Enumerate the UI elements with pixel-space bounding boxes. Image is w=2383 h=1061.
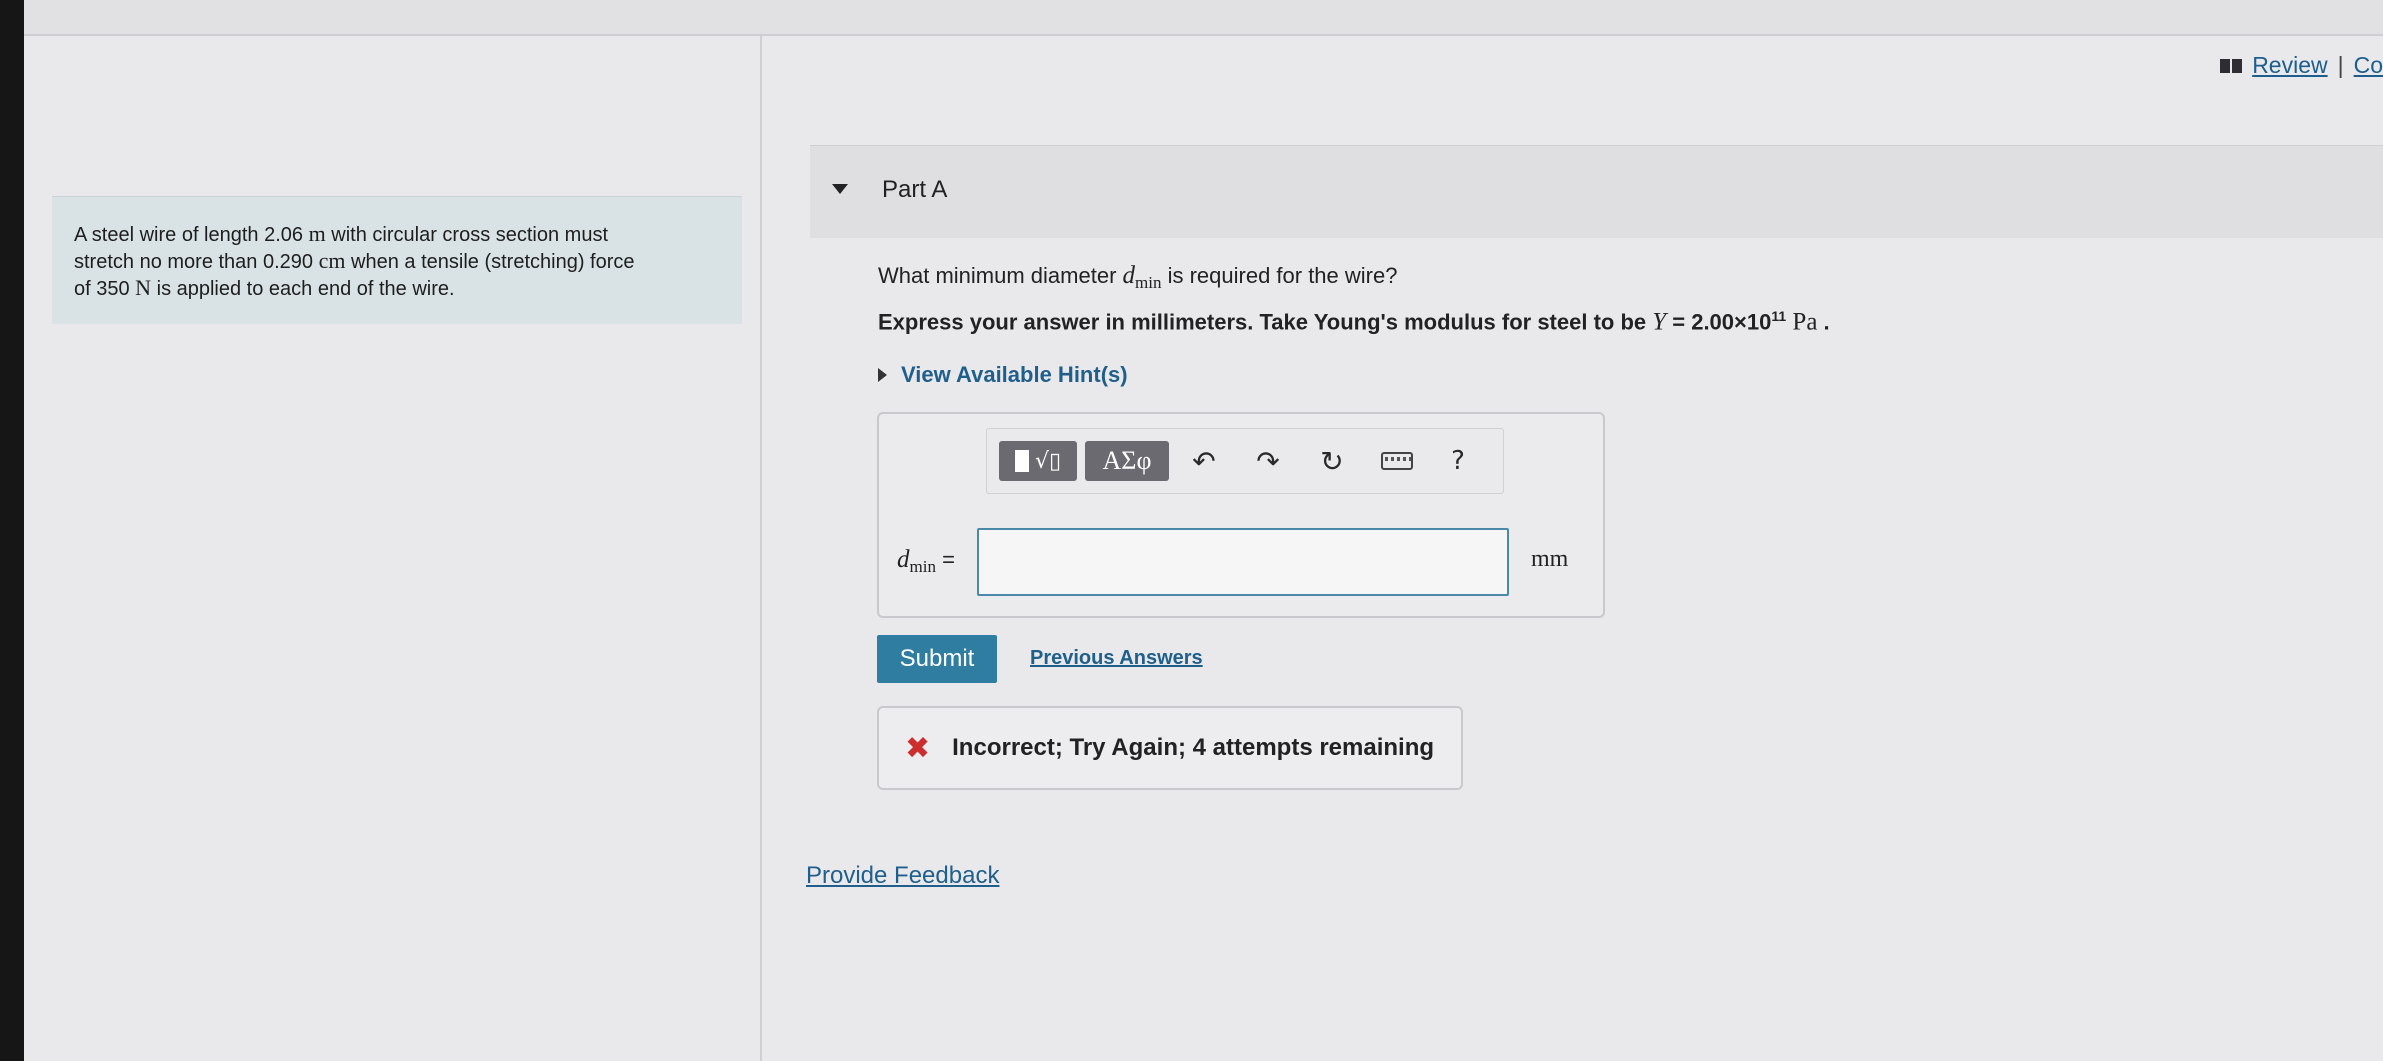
radical-icon: √▯ xyxy=(1034,448,1062,474)
answer-unit: mm xyxy=(1531,546,1569,572)
answer-box: √▯ ΑΣφ ↶ ↷ ↻ ? dmin = mm xyxy=(877,412,1605,618)
keyboard-icon xyxy=(1381,452,1413,470)
problem-line-1: A steel wire of length 2.06 m with circu… xyxy=(74,221,609,246)
provide-feedback-link[interactable]: Provide Feedback xyxy=(806,862,999,890)
previous-answers-link[interactable]: Previous Answers xyxy=(1030,647,1203,670)
collapse-caret-icon[interactable] xyxy=(832,184,848,194)
redo-icon[interactable]: ↷ xyxy=(1247,441,1289,481)
review-link[interactable]: Review xyxy=(2252,52,2327,79)
answer-input[interactable] xyxy=(977,528,1509,596)
template-square-icon xyxy=(1014,450,1029,472)
math-toolbar: √▯ ΑΣφ ↶ ↷ ↻ ? xyxy=(986,428,1504,494)
instruction-text: Express your answer in millimeters. Take… xyxy=(878,308,1830,336)
top-bar xyxy=(24,0,2383,36)
unit-cm: cm xyxy=(318,248,346,273)
unit-m: m xyxy=(308,221,326,246)
constants-link[interactable]: Co xyxy=(2354,52,2383,79)
hints-label: View Available Hint(s) xyxy=(901,362,1128,387)
incorrect-x-icon: ✖ xyxy=(905,730,931,766)
submit-button[interactable]: Submit xyxy=(877,635,997,683)
problem-line-2: stretch no more than 0.290 cm when a ten… xyxy=(74,248,635,273)
screen-bezel xyxy=(0,0,24,1061)
help-icon[interactable]: ? xyxy=(1437,441,1479,481)
expand-triangle-icon xyxy=(878,368,887,382)
problem-statement: A steel wire of length 2.06 m with circu… xyxy=(52,196,742,324)
problem-line-3: of 350 N is applied to each end of the w… xyxy=(74,275,455,300)
answer-variable-label: dmin = xyxy=(897,546,955,576)
link-separator: | xyxy=(2337,52,2344,78)
top-links: Review | Co xyxy=(2220,52,2383,79)
view-hints-toggle[interactable]: View Available Hint(s) xyxy=(878,362,1128,388)
question-text: What minimum diameter dmin is required f… xyxy=(878,262,1398,292)
keyboard-button[interactable] xyxy=(1373,441,1421,481)
templates-button[interactable]: √▯ xyxy=(999,441,1077,481)
reset-icon[interactable]: ↻ xyxy=(1311,441,1353,481)
unit-n: N xyxy=(135,275,152,300)
part-title: Part A xyxy=(882,176,948,203)
undo-icon[interactable]: ↶ xyxy=(1183,441,1225,481)
part-a-header[interactable]: Part A xyxy=(810,145,2383,238)
book-icon xyxy=(2220,58,2243,73)
greek-symbols-button[interactable]: ΑΣφ xyxy=(1085,441,1169,481)
feedback-box: ✖ Incorrect; Try Again; 4 attempts remai… xyxy=(877,706,1463,790)
feedback-message: Incorrect; Try Again; 4 attempts remaini… xyxy=(952,734,1435,761)
left-panel xyxy=(24,36,760,1061)
